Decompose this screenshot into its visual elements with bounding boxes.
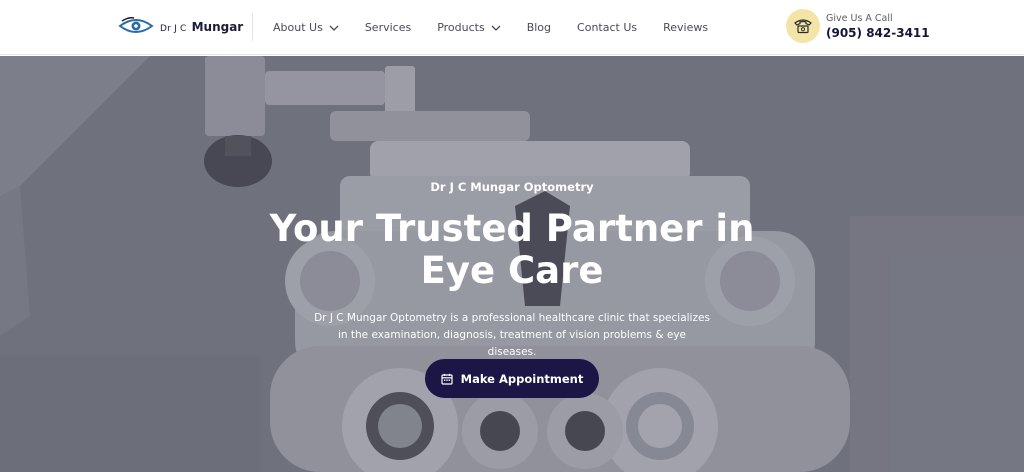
call-label: Give Us A Call bbox=[826, 12, 893, 24]
site-header: Dr J C Mungar About Us Services Products… bbox=[0, 0, 1024, 55]
phone-number[interactable]: (905) 842-3411 bbox=[826, 25, 930, 41]
nav-about-us-label: About Us bbox=[273, 21, 323, 34]
eye-logo-icon bbox=[118, 16, 154, 33]
chevron-down-icon bbox=[491, 25, 501, 31]
header-divider bbox=[252, 13, 253, 41]
call-icon-circle bbox=[786, 9, 820, 43]
logo-prefix: Dr J C bbox=[160, 24, 187, 34]
calendar-icon bbox=[441, 373, 453, 385]
nav-products-label: Products bbox=[437, 21, 485, 34]
nav-blog-label: Blog bbox=[526, 21, 552, 34]
nav-contact-us[interactable]: Contact Us bbox=[577, 21, 637, 34]
hero-eyebrow: Dr J C Mungar Optometry bbox=[430, 180, 594, 194]
nav-reviews-label: Reviews bbox=[663, 21, 709, 34]
nav-contact-us-label: Contact Us bbox=[577, 21, 638, 34]
phone-icon bbox=[794, 19, 812, 34]
call-block[interactable]: Give Us A Call (905) 842-3411 bbox=[786, 9, 930, 43]
hero-section: Dr J C Mungar Optometry Your Trusted Par… bbox=[0, 56, 1024, 472]
hero-description: Dr J C Mungar Optometry is a professiona… bbox=[314, 312, 710, 358]
nav-reviews[interactable]: Reviews bbox=[663, 21, 708, 34]
logo-name: Mungar bbox=[191, 20, 244, 34]
nav-about-us[interactable]: About Us bbox=[273, 21, 339, 34]
nav-blog[interactable]: Blog bbox=[527, 21, 551, 34]
make-appointment-label: Make Appointment bbox=[460, 371, 584, 386]
nav-products[interactable]: Products bbox=[437, 21, 501, 34]
main-nav: About Us Services Products Blog Contact … bbox=[273, 0, 734, 55]
nav-services-label: Services bbox=[364, 21, 412, 34]
nav-services[interactable]: Services bbox=[365, 21, 411, 34]
logo-text: Dr J C Mungar bbox=[160, 16, 243, 35]
logo[interactable]: Dr J C Mungar bbox=[118, 16, 243, 35]
chevron-down-icon bbox=[329, 25, 339, 31]
make-appointment-button[interactable]: Make Appointment bbox=[425, 359, 599, 398]
hero-title: Your Trusted Partner in Eye Care bbox=[269, 207, 755, 292]
call-text: Give Us A Call (905) 842-3411 bbox=[826, 12, 930, 41]
